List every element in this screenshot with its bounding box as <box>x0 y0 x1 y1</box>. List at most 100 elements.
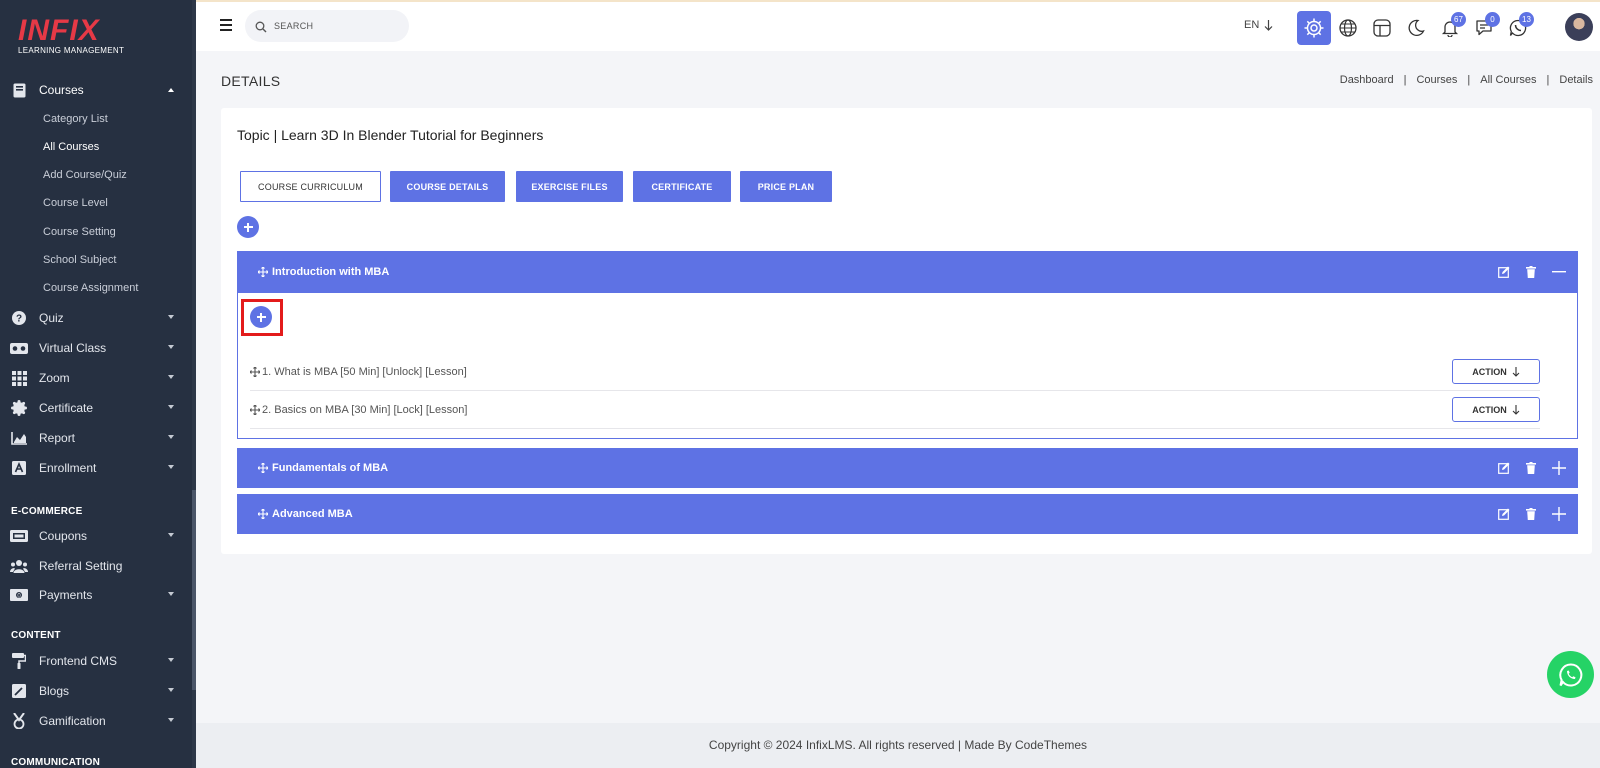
question-icon: ? <box>10 310 28 326</box>
sidebar-item-certificate[interactable]: Certificate <box>0 394 192 422</box>
dark-mode-toggle[interactable] <box>1399 11 1433 45</box>
breadcrumb-separator: | <box>1546 74 1550 86</box>
chevron-down-icon <box>168 592 174 596</box>
topic-title: Topic | Learn 3D In Blender Tutorial for… <box>237 127 544 143</box>
tab-course-curriculum[interactable]: COURSE CURRICULUM <box>240 171 381 202</box>
chevron-down-icon <box>168 658 174 662</box>
chevron-down-icon <box>168 345 174 349</box>
lesson-row: 1. What is MBA [50 Min] [Unlock] [Lesson… <box>250 353 1540 391</box>
users-icon <box>10 558 28 574</box>
add-lesson-button[interactable] <box>250 306 272 328</box>
search-icon <box>255 20 267 33</box>
trash-icon[interactable] <box>1526 266 1536 278</box>
sidebar-item-label: Zoom <box>39 371 70 385</box>
sidebar-item-referral-setting[interactable]: Referral Setting <box>0 552 192 580</box>
breadcrumb-dashboard[interactable]: Dashboard <box>1340 74 1394 86</box>
expand-icon[interactable] <box>1552 507 1566 521</box>
sidebar-item-quiz[interactable]: ? Quiz <box>0 304 192 332</box>
breadcrumb-courses[interactable]: Courses <box>1416 74 1457 86</box>
edit-icon[interactable] <box>1498 462 1510 474</box>
sidebar-item-frontend-cms[interactable]: Frontend CMS <box>0 647 192 675</box>
add-section-button[interactable] <box>237 216 259 238</box>
lesson-row: 2. Basics on MBA [30 Min] [Lock] [Lesson… <box>250 391 1540 429</box>
chevron-down-icon <box>168 465 174 469</box>
section-title: Advanced MBA <box>272 508 353 520</box>
search-input[interactable] <box>274 21 394 31</box>
edit-icon[interactable] <box>1498 508 1510 520</box>
notifications-button[interactable]: 67 <box>1433 11 1467 45</box>
expand-icon[interactable] <box>1552 461 1566 475</box>
book-icon <box>10 82 28 98</box>
vr-icon <box>10 340 28 356</box>
sidebar-subitem-course-assignment[interactable]: Course Assignment <box>43 282 138 294</box>
tab-certificate[interactable]: CERTIFICATE <box>633 171 731 202</box>
sidebar-scroll-thumb[interactable] <box>192 490 196 690</box>
section-header[interactable]: Advanced MBA <box>237 494 1578 534</box>
sidebar-item-gamification[interactable]: Gamification <box>0 707 192 735</box>
lesson-title: 1. What is MBA [50 Min] [Unlock] [Lesson… <box>262 365 467 378</box>
globe-button[interactable] <box>1331 11 1365 45</box>
sidebar-item-virtual-class[interactable]: Virtual Class <box>0 334 192 362</box>
sidebar-item-label: Payments <box>39 588 93 602</box>
sidebar-subitem-school-subject[interactable]: School Subject <box>43 254 116 266</box>
arrow-down-icon <box>1512 404 1520 415</box>
sidebar-item-enrollment[interactable]: Enrollment <box>0 454 192 482</box>
move-icon[interactable] <box>250 366 260 377</box>
move-icon[interactable] <box>250 404 260 415</box>
sidebar-item-coupons[interactable]: Coupons <box>0 522 192 550</box>
paint-roller-icon <box>10 653 28 669</box>
breadcrumb-separator: | <box>1403 74 1407 86</box>
sidebar-item-courses[interactable]: Courses <box>0 76 192 104</box>
sidebar-item-payments[interactable]: 0 Payments <box>0 581 192 609</box>
logo-text: INFIX <box>18 14 100 47</box>
section-header[interactable]: Introduction with MBA <box>237 251 1578 293</box>
whatsapp-chat-button[interactable]: 13 <box>1501 11 1535 45</box>
tab-exercise-files[interactable]: EXERCISE FILES <box>516 171 623 202</box>
trash-icon[interactable] <box>1526 462 1536 474</box>
tab-price-plan[interactable]: PRICE PLAN <box>740 171 832 202</box>
logo[interactable]: INFIX LEARNING MANAGEMENT <box>18 14 124 56</box>
settings-button[interactable] <box>1297 11 1331 45</box>
sidebar-item-label: Coupons <box>39 529 88 543</box>
breadcrumb-all-courses[interactable]: All Courses <box>1480 74 1536 86</box>
layout-button[interactable] <box>1365 11 1399 45</box>
top-bar: EN 67 0 13 <box>196 0 1600 51</box>
chevron-down-icon <box>168 405 174 409</box>
breadcrumb: Dashboard | Courses | All Courses | Deta… <box>1340 74 1593 86</box>
action-label: ACTION <box>1472 366 1507 377</box>
messages-button[interactable]: 0 <box>1467 11 1501 45</box>
language-label: EN <box>1244 19 1260 31</box>
move-icon <box>258 509 268 519</box>
sidebar-subitem-add-course-quiz[interactable]: Add Course/Quiz <box>43 169 127 181</box>
sidebar-section-communication: COMMUNICATION <box>11 757 101 768</box>
edit-icon[interactable] <box>1498 266 1510 278</box>
sidebar-item-label: Quiz <box>39 311 64 325</box>
trash-icon[interactable] <box>1526 508 1536 520</box>
chevron-down-icon <box>168 435 174 439</box>
sidebar-item-blogs[interactable]: Blogs <box>0 677 192 705</box>
language-selector[interactable]: EN <box>1244 19 1273 31</box>
section-introduction: Introduction with MBA 1. What is MBA [50… <box>237 251 1578 439</box>
breadcrumb-separator: | <box>1467 74 1471 86</box>
hamburger-menu-icon[interactable] <box>220 19 232 34</box>
money-icon: 0 <box>10 587 28 603</box>
search-box[interactable] <box>245 10 409 42</box>
sidebar-subitem-course-level[interactable]: Course Level <box>43 197 108 209</box>
chevron-up-icon <box>168 88 174 92</box>
sidebar-section-content: CONTENT <box>11 630 61 641</box>
avatar[interactable] <box>1565 13 1593 41</box>
sidebar-subitem-all-courses[interactable]: All Courses <box>43 141 99 153</box>
section-body: 1. What is MBA [50 Min] [Unlock] [Lesson… <box>237 293 1578 439</box>
sidebar-item-label: Gamification <box>39 714 106 728</box>
action-button[interactable]: ACTION <box>1452 359 1540 384</box>
action-button[interactable]: ACTION <box>1452 397 1540 422</box>
sidebar-item-label: Referral Setting <box>39 559 123 573</box>
sidebar-subitem-course-setting[interactable]: Course Setting <box>43 226 116 238</box>
sidebar-subitem-category-list[interactable]: Category List <box>43 113 108 125</box>
section-header[interactable]: Fundamentals of MBA <box>237 448 1578 488</box>
sidebar-item-report[interactable]: Report <box>0 424 192 452</box>
collapse-icon[interactable] <box>1552 271 1566 273</box>
tab-course-details[interactable]: COURSE DETAILS <box>390 171 505 202</box>
sidebar-item-zoom[interactable]: Zoom <box>0 364 192 392</box>
whatsapp-float-button[interactable] <box>1547 651 1594 698</box>
